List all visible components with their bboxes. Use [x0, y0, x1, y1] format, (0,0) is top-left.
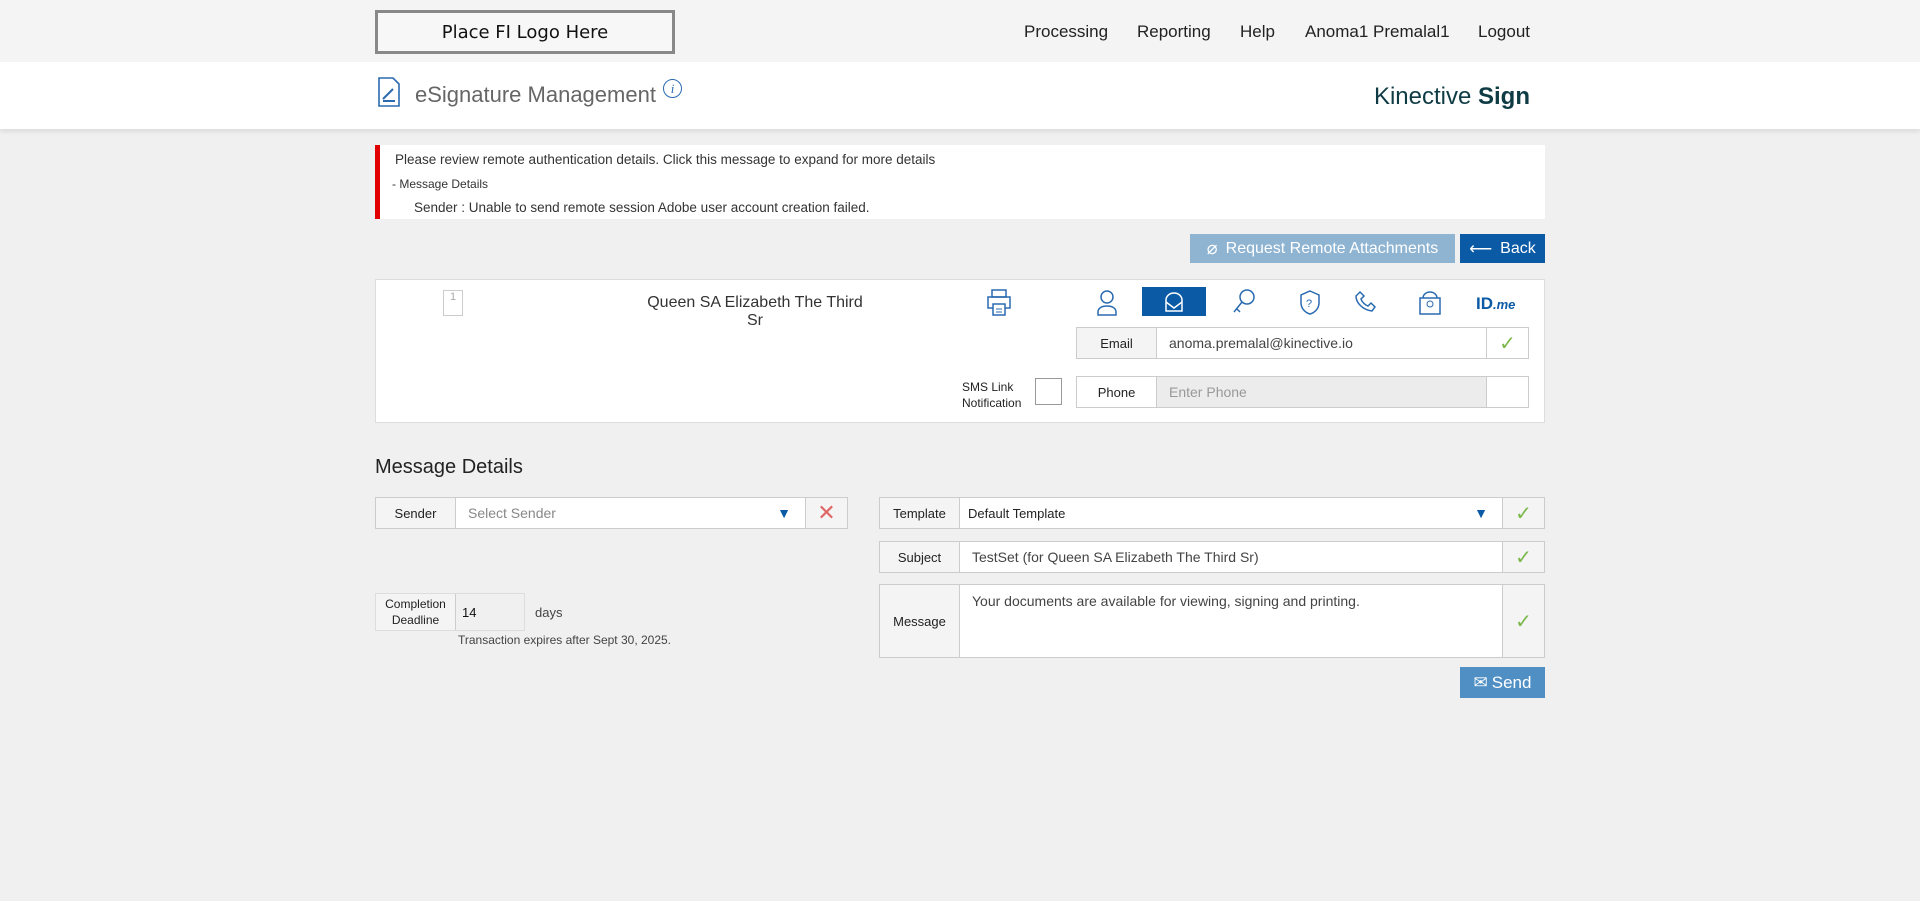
message-details-toggle[interactable]: - Message Details: [392, 177, 488, 191]
checkmark-icon: ✓: [1502, 498, 1544, 528]
person-icon[interactable]: [1089, 284, 1125, 320]
checkmark-icon: ✓: [1486, 328, 1528, 358]
id-card-icon[interactable]: [1412, 284, 1448, 320]
nav-reporting[interactable]: Reporting: [1137, 22, 1211, 42]
sms-checkbox[interactable]: [1035, 378, 1062, 405]
info-icon[interactable]: i: [663, 79, 682, 98]
alert-message[interactable]: Please review remote authentication deta…: [375, 145, 1545, 219]
dropdown-arrow-icon: ▼: [777, 505, 791, 521]
deadline-row: Completion Deadline 14: [375, 593, 525, 631]
brand-logo: Kinective Sign: [1373, 83, 1530, 110]
nav-processing[interactable]: Processing: [1024, 22, 1108, 42]
request-attachments-button[interactable]: ⌀ Request Remote Attachments: [1190, 234, 1455, 263]
recipient-card: 1 Queen SA Elizabeth The Third Sr ? ID.m…: [375, 279, 1545, 423]
back-button[interactable]: ⟵ Back: [1460, 234, 1545, 263]
nav-user[interactable]: Anoma1 Premalal1: [1305, 22, 1450, 42]
send-envelope-icon: ✉: [1473, 672, 1488, 692]
idme-icon[interactable]: ID.me: [1476, 294, 1515, 314]
sender-label: Sender: [376, 498, 456, 528]
subject-label: Subject: [880, 542, 960, 572]
title-band: [0, 62, 1920, 129]
sms-label: SMS Link Notification: [962, 380, 1022, 410]
alert-detail: Sender : Unable to send remote session A…: [414, 200, 870, 215]
page-title: eSignature Management: [415, 82, 656, 107]
template-row: Template Default Template ▼ ✓: [879, 497, 1545, 529]
message-label: Message: [880, 585, 960, 657]
message-textarea[interactable]: Your documents are available for viewing…: [960, 585, 1502, 657]
deadline-input[interactable]: 14: [456, 594, 524, 630]
phone-label: Phone: [1077, 377, 1157, 407]
sender-row: Sender Select Sender ▼ ✕: [375, 497, 848, 529]
printer-icon[interactable]: [985, 288, 1013, 318]
nav-logout[interactable]: Logout: [1478, 22, 1530, 42]
phone-row: Phone Enter Phone: [1076, 376, 1529, 408]
document-count-icon: 1: [443, 290, 463, 316]
deadline-label: Completion Deadline: [376, 594, 456, 630]
dropdown-arrow-icon: ▼: [1474, 505, 1488, 521]
template-select[interactable]: Default Template ▼: [960, 498, 1502, 528]
paperclip-icon: ⌀: [1206, 238, 1218, 258]
fi-logo: Place FI Logo Here: [375, 10, 675, 54]
template-label: Template: [880, 498, 960, 528]
arrow-left-icon: ⟵: [1469, 240, 1493, 258]
clear-sender-icon[interactable]: ✕: [805, 498, 847, 528]
subject-row: Subject TestSet (for Queen SA Elizabeth …: [879, 541, 1545, 573]
recipient-name: Queen SA Elizabeth The Third Sr: [647, 294, 863, 329]
phone-icon[interactable]: [1347, 284, 1383, 320]
email-label: Email: [1077, 328, 1157, 358]
phone-input[interactable]: Enter Phone: [1157, 377, 1486, 407]
shield-question-icon[interactable]: ?: [1292, 284, 1328, 320]
email-input[interactable]: anoma.premalal@kinective.io: [1157, 328, 1486, 358]
checkmark-icon: ✓: [1502, 585, 1544, 657]
deadline-unit: days: [535, 605, 563, 620]
expiry-note: Transaction expires after Sept 30, 2025.: [458, 633, 672, 647]
subject-input[interactable]: TestSet (for Queen SA Elizabeth The Thir…: [960, 542, 1502, 572]
email-icon[interactable]: [1142, 287, 1206, 316]
phone-status: [1486, 377, 1528, 407]
message-details-heading: Message Details: [375, 456, 523, 478]
top-bar: [0, 0, 1920, 62]
alert-headline[interactable]: Please review remote authentication deta…: [395, 152, 935, 167]
nav-help[interactable]: Help: [1240, 22, 1275, 42]
email-row: Email anoma.premalal@kinective.io ✓: [1076, 327, 1529, 359]
checkmark-icon: ✓: [1502, 542, 1544, 572]
sender-select[interactable]: Select Sender ▼: [456, 498, 805, 528]
signature-document-icon: [378, 77, 400, 107]
svg-text:?: ?: [1306, 298, 1312, 310]
key-icon[interactable]: [1226, 284, 1262, 320]
message-row: Message Your documents are available for…: [879, 584, 1545, 658]
send-button[interactable]: ✉ Send: [1460, 667, 1545, 698]
